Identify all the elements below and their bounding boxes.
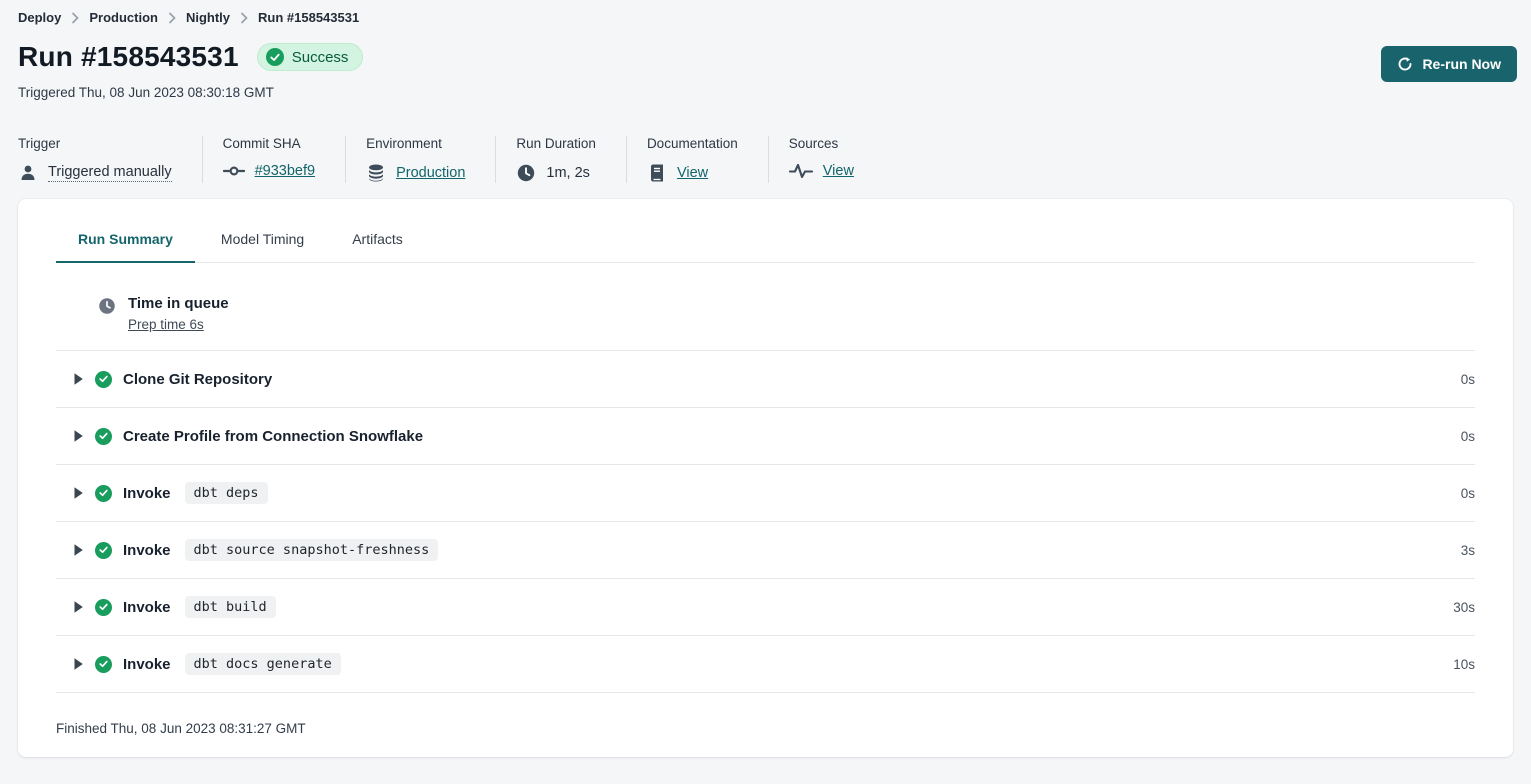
person-icon [18, 163, 38, 183]
meta-commit-sha: Commit SHA #933bef9 [202, 136, 345, 183]
meta-run-duration-label: Run Duration [516, 136, 596, 151]
expand-triangle-icon[interactable] [73, 600, 84, 614]
page-title: Run #158543531 [18, 41, 239, 73]
check-circle-icon [95, 428, 112, 445]
clock-icon [98, 297, 116, 334]
sources-view-link[interactable]: View [823, 163, 854, 179]
step-command-chip: dbt source snapshot-freshness [185, 539, 439, 561]
expand-triangle-icon[interactable] [73, 486, 84, 500]
expand-triangle-icon[interactable] [73, 372, 84, 386]
pulse-icon [789, 163, 813, 179]
step-duration: 0s [1461, 372, 1475, 387]
tab-run-summary[interactable]: Run Summary [56, 221, 195, 263]
step-row-dbt-deps[interactable]: Invoke dbt deps 0s [56, 465, 1475, 522]
run-metadata-row: Trigger Triggered manually Commit SHA #9… [0, 136, 1531, 183]
step-row-dbt-docs-generate[interactable]: Invoke dbt docs generate 10s [56, 636, 1475, 693]
chevron-right-icon [71, 12, 79, 24]
check-circle-icon [95, 599, 112, 616]
environment-link[interactable]: Production [396, 165, 465, 181]
commit-sha-link[interactable]: #933bef9 [255, 163, 315, 179]
step-label: Clone Git Repository [123, 371, 272, 388]
clock-icon [516, 163, 536, 183]
triggered-timestamp: Triggered Thu, 08 Jun 2023 08:30:18 GMT [18, 85, 1513, 100]
book-icon [647, 163, 667, 183]
breadcrumb-nightly[interactable]: Nightly [186, 10, 230, 25]
step-duration: 0s [1461, 429, 1475, 444]
meta-run-duration: Run Duration 1m, 2s [495, 136, 626, 183]
expand-triangle-icon[interactable] [73, 429, 84, 443]
meta-documentation-label: Documentation [647, 136, 738, 151]
step-label: Invoke [123, 542, 171, 559]
meta-sources-label: Sources [789, 136, 854, 151]
rerun-now-button[interactable]: Re-run Now [1381, 46, 1517, 82]
check-circle-icon [95, 371, 112, 388]
meta-trigger: Trigger Triggered manually [18, 136, 202, 183]
breadcrumb-current-run: Run #158543531 [258, 10, 359, 25]
step-row-create-profile[interactable]: Create Profile from Connection Snowflake… [56, 408, 1475, 465]
meta-documentation: Documentation View [626, 136, 768, 183]
breadcrumb-deploy[interactable]: Deploy [18, 10, 61, 25]
step-command-chip: dbt build [185, 596, 276, 618]
refresh-icon [1397, 56, 1413, 72]
step-command-chip: dbt deps [185, 482, 268, 504]
expand-triangle-icon[interactable] [73, 657, 84, 671]
tab-artifacts[interactable]: Artifacts [330, 221, 425, 263]
step-row-dbt-build[interactable]: Invoke dbt build 30s [56, 579, 1475, 636]
meta-sources: Sources View [768, 136, 884, 183]
meta-environment: Environment Production [345, 136, 495, 183]
check-circle-icon [266, 48, 284, 66]
meta-environment-label: Environment [366, 136, 465, 151]
meta-trigger-label: Trigger [18, 136, 172, 151]
page-header: Deploy Production Nightly Run #158543531… [0, 0, 1531, 100]
git-commit-icon [223, 164, 245, 178]
documentation-view-link[interactable]: View [677, 165, 708, 181]
chevron-right-icon [168, 12, 176, 24]
expand-triangle-icon[interactable] [73, 543, 84, 557]
meta-commit-sha-label: Commit SHA [223, 136, 315, 151]
status-badge-label: Success [292, 49, 349, 66]
database-icon [366, 163, 386, 183]
meta-trigger-value: Triggered manually [48, 164, 172, 182]
step-label: Invoke [123, 485, 171, 502]
check-circle-icon [95, 542, 112, 559]
time-in-queue-block: Time in queue Prep time 6s [56, 263, 1475, 351]
rerun-now-label: Re-run Now [1422, 56, 1501, 72]
step-label: Invoke [123, 656, 171, 673]
status-badge: Success [257, 43, 364, 71]
step-label: Invoke [123, 599, 171, 616]
check-circle-icon [95, 656, 112, 673]
finished-timestamp: Finished Thu, 08 Jun 2023 08:31:27 GMT [56, 693, 1475, 736]
step-duration: 3s [1461, 543, 1475, 558]
check-circle-icon [95, 485, 112, 502]
chevron-right-icon [240, 12, 248, 24]
step-duration: 30s [1453, 600, 1475, 615]
breadcrumb-production[interactable]: Production [89, 10, 158, 25]
prep-time-link[interactable]: Prep time 6s [128, 317, 204, 332]
step-row-dbt-source-snapshot-freshness[interactable]: Invoke dbt source snapshot-freshness 3s [56, 522, 1475, 579]
tab-bar: Run Summary Model Timing Artifacts [56, 199, 1475, 263]
step-label: Create Profile from Connection Snowflake [123, 428, 423, 445]
step-duration: 10s [1453, 657, 1475, 672]
run-duration-value: 1m, 2s [546, 165, 590, 181]
step-row-clone-git-repository[interactable]: Clone Git Repository 0s [56, 351, 1475, 408]
step-command-chip: dbt docs generate [185, 653, 341, 675]
run-summary-card: Run Summary Model Timing Artifacts Time … [18, 199, 1513, 757]
step-duration: 0s [1461, 486, 1475, 501]
time-in-queue-title: Time in queue [128, 295, 229, 312]
tab-model-timing[interactable]: Model Timing [199, 221, 326, 263]
breadcrumb: Deploy Production Nightly Run #158543531 [18, 10, 1513, 25]
